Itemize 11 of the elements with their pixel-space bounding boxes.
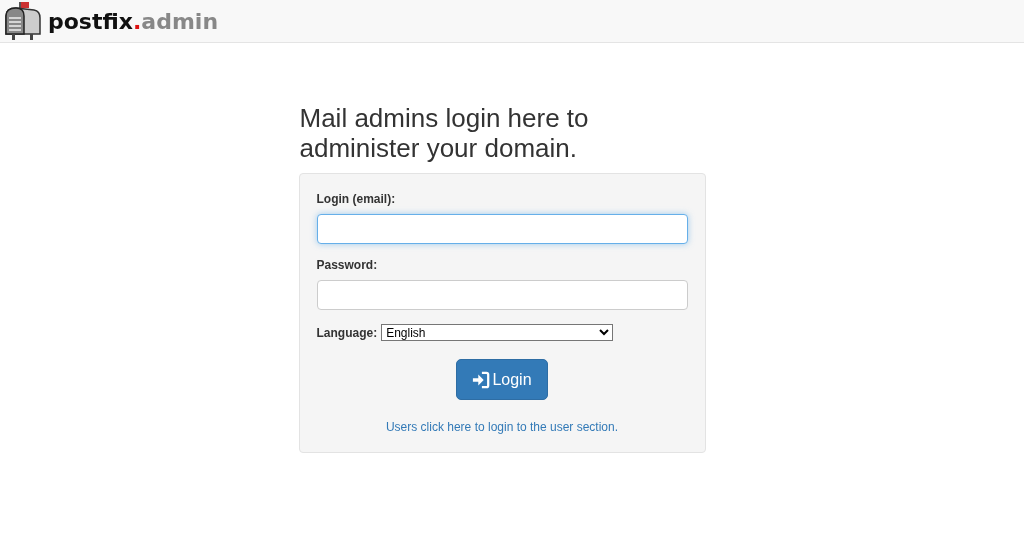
field-label: Login (email): [316,192,397,206]
field-label: Password: [316,258,379,272]
login-icon [472,370,491,389]
input-field[interactable] [316,214,688,244]
user-login-link[interactable]: Users click here to login to the user section. [385,420,619,434]
login-button[interactable]: Login [456,359,548,400]
language-dropdown[interactable]: English [381,324,614,341]
field-label: Language: [316,325,378,340]
input-field[interactable] [316,280,688,310]
page-heading: Mail admins login here to administer your domain. [299,103,590,163]
logo-text[interactable]: postfix.admin [48,8,219,34]
